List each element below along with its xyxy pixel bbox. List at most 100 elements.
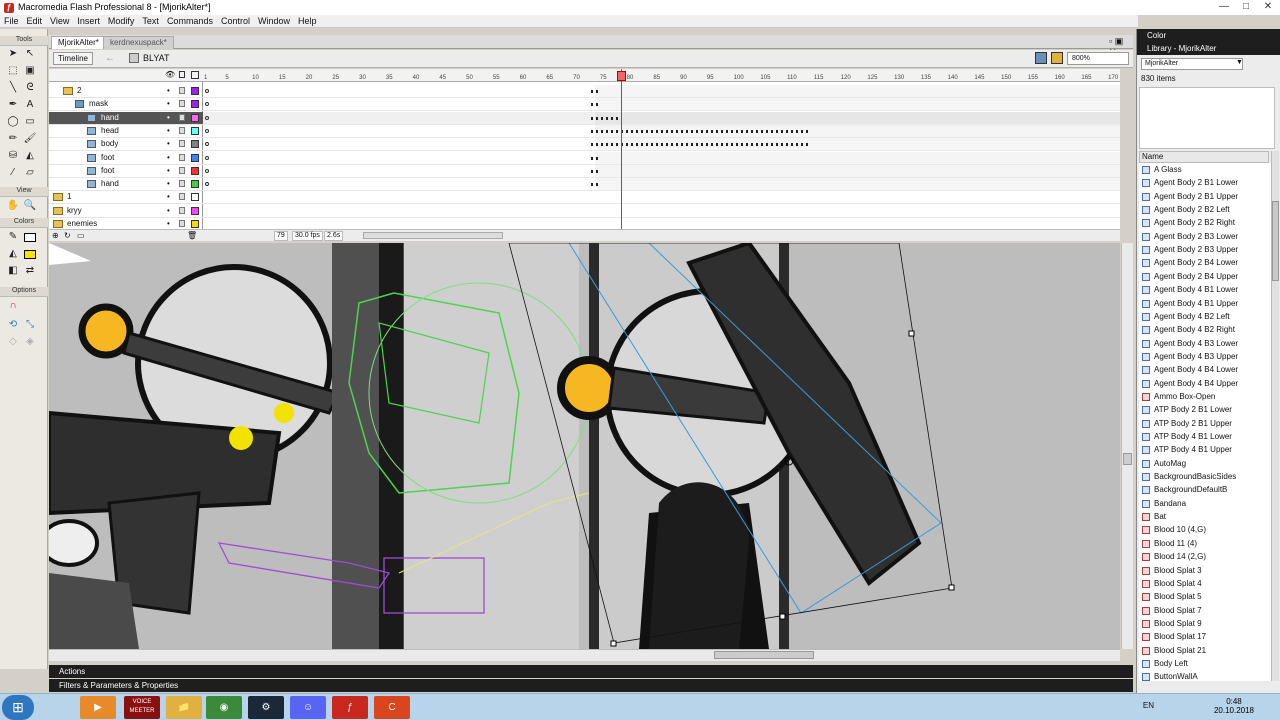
frame-ruler[interactable]: 1 5 10 15 20 25 30 35 40 45 50 55 60 65 70 75 80 85 90 95 10…: [203, 69, 1120, 82]
rotate-skew-icon[interactable]: ⟲: [5, 318, 21, 332]
layer-color-swatch[interactable]: [191, 126, 199, 135]
flash-taskbar-icon[interactable]: ƒ: [332, 696, 368, 719]
frame-row[interactable]: [203, 138, 1120, 152]
library-name-header[interactable]: Name: [1139, 151, 1269, 163]
close-button[interactable]: ✕: [1258, 1, 1278, 14]
library-item[interactable]: AutoMag: [1139, 457, 1271, 470]
frame-row[interactable]: [203, 85, 1120, 98]
free-transform-tool-icon[interactable]: ⬚: [5, 64, 21, 78]
layer-color-swatch[interactable]: [191, 166, 199, 175]
layer-color-swatch[interactable]: [191, 220, 199, 228]
oval-tool-icon[interactable]: ◯: [5, 115, 21, 129]
library-item[interactable]: ATP Body 2 B1 Lower: [1139, 403, 1271, 416]
frame-rate[interactable]: 30.0 fps: [292, 231, 323, 241]
library-item[interactable]: Agent Body 4 B4 Upper: [1139, 377, 1271, 390]
lock-toggle-icon[interactable]: [179, 140, 185, 148]
menu-window[interactable]: Window: [254, 15, 294, 27]
frame-row[interactable]: [203, 151, 1120, 165]
outline-icon[interactable]: [191, 71, 199, 79]
frame-empty-range[interactable]: [595, 85, 1120, 97]
lock-toggle-icon[interactable]: [179, 126, 185, 134]
library-select[interactable]: MjorikAlter: [1141, 58, 1243, 70]
library-item[interactable]: Agent Body 4 B1 Lower: [1139, 283, 1271, 296]
library-item[interactable]: ButtonWallA: [1139, 670, 1271, 681]
visibility-dot-icon[interactable]: •: [167, 165, 170, 177]
keyframe-icon[interactable]: [205, 182, 209, 187]
library-panel-bar[interactable]: Library - MjorikAlter: [1137, 42, 1280, 55]
frames-panel[interactable]: 1 5 10 15 20 25 30 35 40 45 50 55 60 65 70 75 80 85 90 95 10…: [203, 69, 1120, 232]
frame-row[interactable]: [203, 204, 1120, 218]
rectangle-tool-icon[interactable]: ▭: [22, 115, 38, 129]
layer-color-swatch[interactable]: [191, 113, 199, 122]
layer-color-swatch[interactable]: [191, 206, 199, 215]
frame-row[interactable]: [203, 178, 1120, 192]
tab-mjorikalter[interactable]: MjorikAlter*: [51, 36, 106, 49]
keyframe-icon[interactable]: [205, 155, 209, 160]
menu-edit[interactable]: Edit: [23, 15, 47, 27]
frame-empty-range[interactable]: [595, 111, 1120, 124]
keyframe-icon[interactable]: [205, 89, 209, 93]
library-list[interactable]: A Glass Agent Body 2 B1 Lower Agent Body 2…: [1139, 163, 1271, 681]
layer-row[interactable]: body •: [49, 138, 203, 152]
frame-row[interactable]: [203, 111, 1120, 125]
layer-row[interactable]: kryy •: [49, 205, 203, 218]
add-guide-icon[interactable]: ↻: [64, 231, 71, 240]
lock-toggle-icon[interactable]: [179, 87, 185, 94]
chevron-down-icon[interactable]: ▼: [1236, 59, 1243, 66]
library-item[interactable]: Bandana: [1139, 497, 1271, 510]
pen-tool-icon[interactable]: ✒: [5, 98, 21, 112]
layer-color-swatch[interactable]: [191, 153, 199, 162]
playhead[interactable]: [621, 69, 622, 232]
library-item[interactable]: ATP Body 4 B1 Upper: [1139, 443, 1271, 456]
library-item[interactable]: Ammo Box-Open: [1139, 390, 1271, 403]
visibility-dot-icon[interactable]: •: [167, 85, 170, 97]
selection-tool-icon[interactable]: ➤: [5, 47, 21, 61]
library-scroll-thumb[interactable]: [1272, 201, 1279, 281]
library-item[interactable]: Agent Body 2 B2 Left: [1139, 203, 1271, 216]
insert-layer-icon[interactable]: ⊕: [52, 231, 59, 240]
back-arrow-icon[interactable]: ←: [105, 53, 115, 64]
keyframe-icon[interactable]: [205, 168, 209, 173]
frame-row[interactable]: [203, 124, 1120, 138]
edit-symbols-icon[interactable]: [1051, 52, 1063, 64]
start-button[interactable]: ⊞: [2, 695, 34, 720]
layer-row[interactable]: foot •: [49, 152, 203, 165]
layer-row[interactable]: mask •: [49, 98, 203, 112]
library-item[interactable]: Agent Body 4 B3 Lower: [1139, 337, 1271, 350]
subselection-tool-icon[interactable]: ↖: [22, 47, 38, 61]
library-scrollbar[interactable]: [1271, 151, 1279, 681]
library-item[interactable]: Blood 11 (4): [1139, 537, 1271, 550]
frame-empty-range[interactable]: [595, 178, 1120, 191]
visibility-dot-icon[interactable]: •: [167, 152, 170, 164]
visibility-dot-icon[interactable]: •: [167, 178, 170, 190]
lock-toggle-icon[interactable]: [179, 180, 185, 188]
menu-help[interactable]: Help: [294, 15, 321, 27]
layer-color-swatch[interactable]: [191, 180, 199, 189]
delete-layer-icon[interactable]: 🗑: [187, 231, 197, 240]
timeline-toggle-button[interactable]: Timeline: [53, 52, 93, 65]
library-item[interactable]: ATP Body 4 B1 Lower: [1139, 430, 1271, 443]
eyedropper-tool-icon[interactable]: ⁄: [5, 166, 21, 180]
visibility-dot-icon[interactable]: •: [167, 138, 170, 150]
swap-colors-icon[interactable]: ⇄: [22, 264, 38, 278]
discord-icon[interactable]: ☺: [290, 696, 326, 719]
library-item[interactable]: Agent Body 4 B4 Lower: [1139, 363, 1271, 376]
frame-empty-range[interactable]: [595, 124, 1120, 137]
lock-toggle-icon[interactable]: [179, 100, 185, 108]
visibility-dot-icon[interactable]: •: [167, 98, 170, 110]
library-item[interactable]: Blood Splat 7: [1139, 604, 1271, 617]
frame-empty-range[interactable]: [595, 164, 1120, 177]
eye-icon[interactable]: 👁: [165, 70, 175, 79]
lock-toggle-icon[interactable]: [179, 206, 185, 214]
insert-folder-icon[interactable]: ▭: [77, 231, 85, 240]
vscroll-thumb[interactable]: [1123, 453, 1132, 465]
layer-row[interactable]: head •: [49, 125, 203, 138]
layer-row[interactable]: hand •: [49, 178, 203, 192]
menu-control[interactable]: Control: [217, 15, 254, 27]
frame-empty-range[interactable]: [595, 98, 1120, 111]
timeline-hscroll[interactable]: [363, 232, 503, 239]
playhead-handle[interactable]: [617, 71, 626, 81]
library-item[interactable]: Blood Splat 9: [1139, 617, 1271, 630]
library-item[interactable]: Agent Body 4 B2 Left: [1139, 310, 1271, 323]
default-colors-icon[interactable]: ◧: [5, 264, 21, 278]
